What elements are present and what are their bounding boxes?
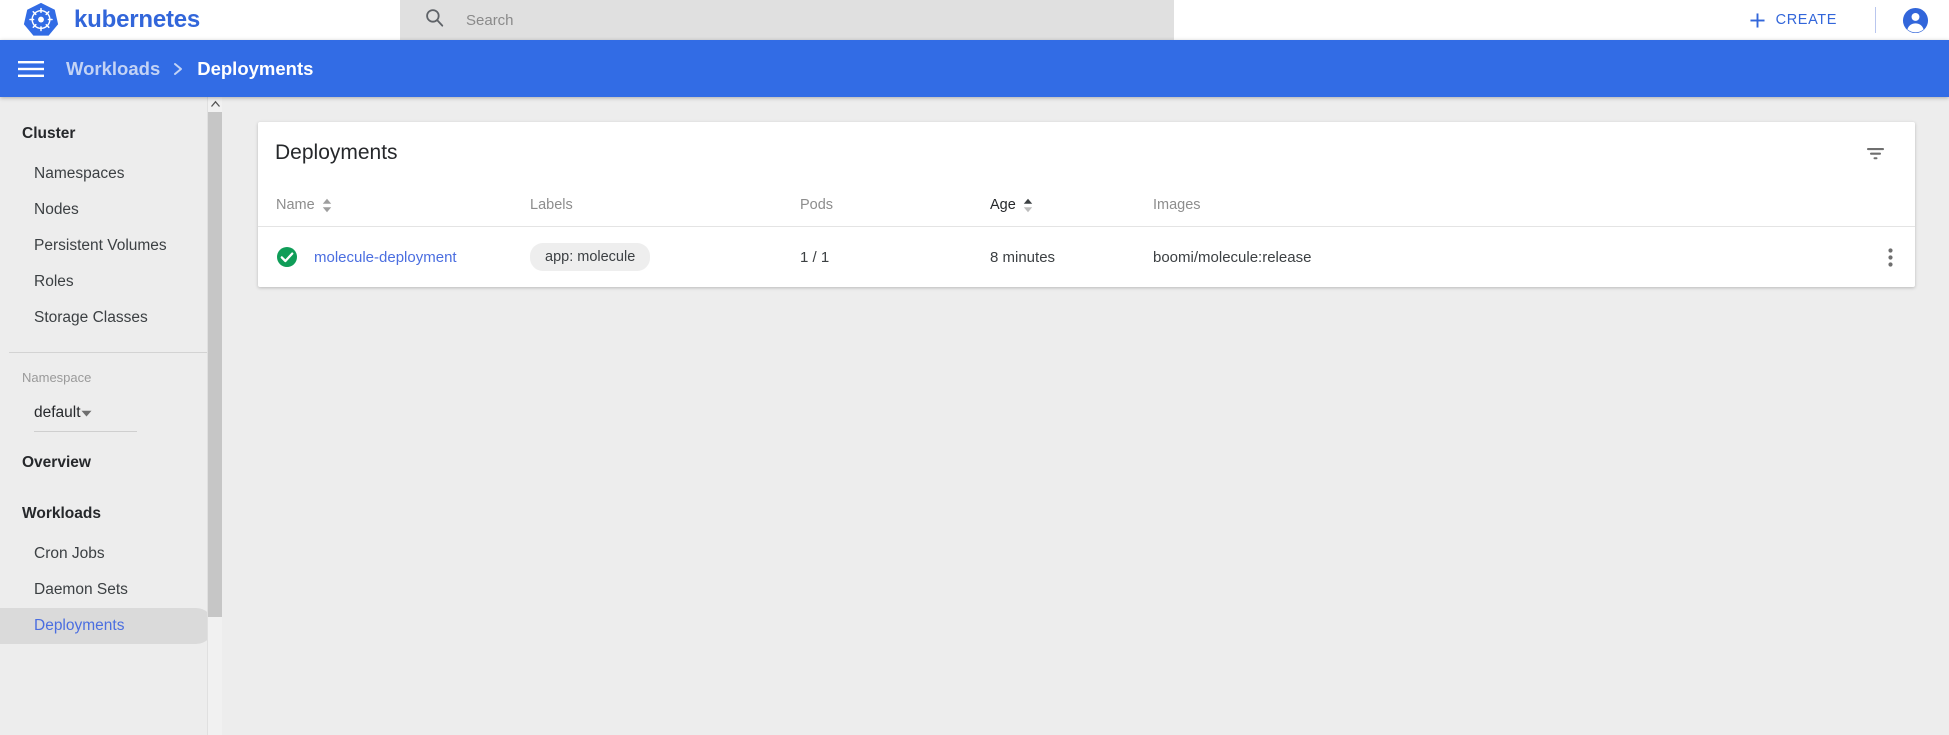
card-header: Deployments	[258, 122, 1915, 184]
column-header-name[interactable]: Name	[258, 184, 530, 227]
create-button-label: CREATE	[1775, 12, 1837, 28]
cell-age: 8 minutes	[990, 248, 1056, 266]
deployments-card: Deployments Name Labels Pods Age Images …	[258, 122, 1915, 287]
sidebar-scrollbar-thumb[interactable]	[208, 112, 222, 617]
body-container: Cluster Namespaces Nodes Persistent Volu…	[0, 97, 1949, 735]
column-header-age-label: Age	[990, 197, 1016, 213]
namespace-selector-block: Namespace default	[0, 353, 222, 432]
breadcrumb-item-deployments: Deployments	[197, 57, 314, 79]
hamburger-menu-icon[interactable]	[18, 60, 44, 78]
cell-labels: app: molecule	[530, 227, 800, 288]
column-header-images: Images	[1153, 184, 1859, 227]
main-content: Deployments Name Labels Pods Age Images …	[222, 97, 1949, 735]
deployments-table: Name Labels Pods Age Images molecule-dep…	[258, 184, 1915, 287]
sidebar-item-persistent-volumes[interactable]: Persistent Volumes	[0, 228, 214, 264]
more-vert-icon	[1888, 247, 1893, 267]
table-header-row: Name Labels Pods Age Images	[258, 184, 1915, 227]
breadcrumb: Workloads Deployments	[66, 58, 313, 80]
filter-button[interactable]	[1858, 136, 1893, 171]
chevron-down-icon	[81, 410, 98, 417]
deployment-name-link[interactable]: molecule-deployment	[314, 249, 457, 266]
create-button[interactable]: CREATE	[1738, 7, 1847, 34]
sidebar-item-namespaces[interactable]: Namespaces	[0, 156, 214, 192]
search-input[interactable]	[466, 11, 1066, 29]
cell-pods: 1 / 1	[800, 248, 830, 266]
column-header-pods: Pods	[800, 184, 990, 227]
account-circle-icon[interactable]	[1902, 7, 1929, 34]
top-bar-actions: CREATE	[1738, 7, 1949, 34]
chevron-right-icon	[173, 62, 184, 76]
column-header-name-label: Name	[276, 197, 315, 213]
namespace-select[interactable]: default	[34, 392, 137, 432]
column-header-labels-label: Labels	[530, 197, 573, 213]
column-header-age[interactable]: Age	[990, 184, 1153, 227]
sidebar-item-cron-jobs[interactable]: Cron Jobs	[0, 536, 214, 572]
sort-arrows-active-icon	[1023, 198, 1033, 213]
cell-name: molecule-deployment	[258, 227, 530, 288]
sidebar-item-daemon-sets[interactable]: Daemon Sets	[0, 572, 214, 608]
brand-name: kubernetes	[74, 6, 201, 33]
sidebar-item-storage-classes[interactable]: Storage Classes	[0, 300, 214, 336]
search-bar[interactable]	[400, 0, 1174, 40]
page-title: Deployments	[275, 141, 398, 164]
breadcrumb-item-workloads[interactable]: Workloads	[66, 58, 160, 80]
sidebar: Cluster Namespaces Nodes Persistent Volu…	[0, 97, 222, 735]
sidebar-section-workloads: Workloads	[22, 505, 101, 522]
row-more-menu-button[interactable]	[1884, 244, 1897, 271]
column-header-labels: Labels	[530, 184, 800, 227]
scroll-up-arrow-icon[interactable]	[208, 97, 222, 112]
filter-icon	[1864, 142, 1887, 165]
success-check-circle-icon	[276, 246, 298, 268]
column-header-pods-label: Pods	[800, 197, 834, 213]
top-bar: kubernetes CREATE	[0, 0, 1949, 40]
table-body: molecule-deployment app: molecule 1 / 1 …	[258, 227, 1915, 288]
column-header-images-label: Images	[1153, 197, 1201, 213]
cell-images: boomi/molecule:release	[1153, 248, 1312, 266]
column-header-actions	[1859, 184, 1915, 227]
sidebar-item-deployments[interactable]: Deployments	[0, 608, 214, 644]
sidebar-section-overview[interactable]: Overview	[0, 432, 222, 485]
toolbar-divider	[1875, 7, 1876, 33]
cell-actions	[1859, 227, 1915, 288]
sidebar-scrollbar[interactable]	[207, 97, 222, 735]
sort-arrows-icon	[322, 198, 332, 213]
search-icon	[425, 8, 444, 32]
sidebar-section-cluster: Cluster	[22, 125, 76, 142]
namespace-label: Namespace	[22, 370, 92, 385]
sidebar-item-roles[interactable]: Roles	[0, 264, 214, 300]
breadcrumb-bar: Workloads Deployments	[0, 40, 1949, 97]
kubernetes-helm-logo-icon	[22, 1, 60, 39]
table-row[interactable]: molecule-deployment app: molecule 1 / 1 …	[258, 227, 1915, 288]
plus-icon	[1748, 11, 1767, 30]
table-header: Name Labels Pods Age Images	[258, 184, 1915, 227]
label-chip: app: molecule	[530, 243, 651, 271]
sidebar-item-nodes[interactable]: Nodes	[0, 192, 214, 228]
namespace-selected-value: default	[34, 404, 81, 421]
